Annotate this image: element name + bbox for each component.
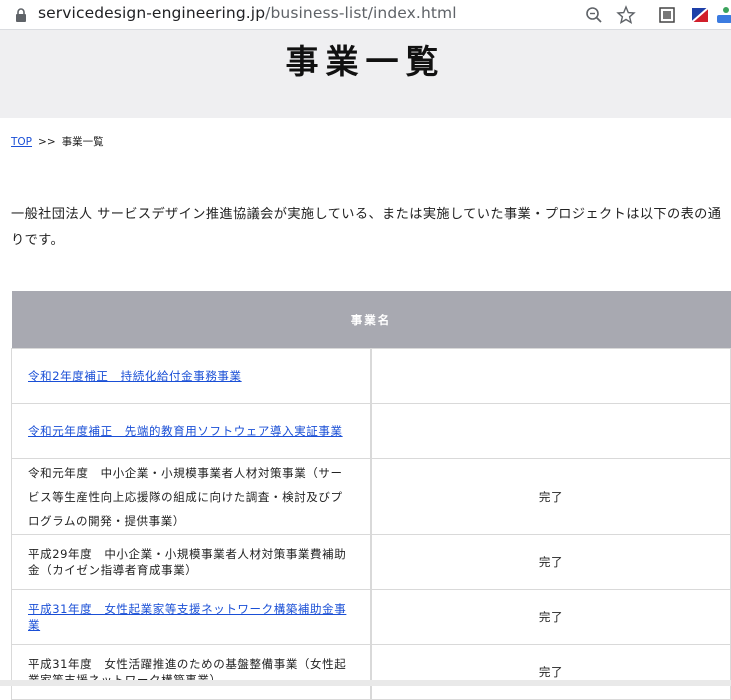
table-row: 令和2年度補正 持続化給付金事務事業	[11, 348, 731, 404]
table-row: 令和元年度 中小企業・小規模事業者人材対策事業（サービス等生産性向上応援隊の組成…	[11, 458, 731, 535]
table-row: 平成29年度 中小企業・小規模事業者人材対策事業費補助金（カイゼン指導者育成事業…	[11, 534, 731, 590]
intro-text: 一般社団法人 サービスデザイン推進協議会が実施している、または実施していた事業・…	[11, 207, 722, 248]
browser-address-bar[interactable]: servicedesign-engineering.jp/business-li…	[0, 0, 731, 30]
breadcrumb-home-link[interactable]: TOP	[11, 136, 32, 148]
breadcrumb: TOP >> 事業一覧	[11, 134, 104, 149]
extension-icon[interactable]	[657, 5, 677, 25]
zoom-icon[interactable]	[584, 5, 604, 25]
business-name: 令和元年度 中小企業・小規模事業者人材対策事業（サービス等生産性向上応援隊の組成…	[28, 465, 343, 528]
status-cell: 完了	[370, 644, 731, 700]
business-link[interactable]: 令和2年度補正 持続化給付金事務事業	[28, 369, 242, 383]
business-link[interactable]: 令和元年度補正 先端的教育用ソフトウェア導入実証事業	[28, 424, 343, 438]
url-host: servicedesign-engineering.jp	[38, 4, 266, 22]
table-row: 平成31年度 女性活躍推進のための基盤整備事業（女性起業家等支援ネットワーク構築…	[11, 644, 731, 700]
page-title: 事業一覧	[285, 42, 446, 81]
status-cell: 完了	[370, 589, 731, 645]
table-row: 平成31年度 女性起業家等支援ネットワーク構築補助金事業 完了	[11, 589, 731, 645]
status-cell	[370, 403, 731, 459]
status-cell: 完了	[370, 458, 731, 535]
url-text[interactable]: servicedesign-engineering.jp/business-li…	[38, 4, 457, 22]
status-cell: 完了	[370, 534, 731, 590]
business-name: 平成29年度 中小企業・小規模事業者人材対策事業費補助金（カイゼン指導者育成事業…	[28, 547, 347, 577]
extension-new-icon[interactable]	[716, 5, 731, 25]
breadcrumb-current: 事業一覧	[61, 136, 104, 148]
star-bookmark-icon[interactable]	[616, 5, 636, 25]
page-header: 事業一覧	[0, 30, 731, 118]
extension-flag-icon[interactable]	[690, 5, 710, 25]
lock-icon	[16, 8, 26, 22]
status-cell	[370, 348, 731, 404]
business-link[interactable]: 平成31年度 女性起業家等支援ネットワーク構築補助金事業	[28, 602, 346, 632]
horizontal-scrollbar[interactable]	[0, 680, 731, 686]
breadcrumb-separator: >>	[38, 136, 56, 148]
table-row: 令和元年度補正 先端的教育用ソフトウェア導入実証事業	[11, 403, 731, 459]
table-header: 事業名	[11, 291, 731, 349]
url-path: /business-list/index.html	[265, 4, 457, 22]
business-table: 事業名 令和2年度補正 持続化給付金事務事業 令和元年度補正 先端的教育用ソフト…	[11, 291, 731, 700]
